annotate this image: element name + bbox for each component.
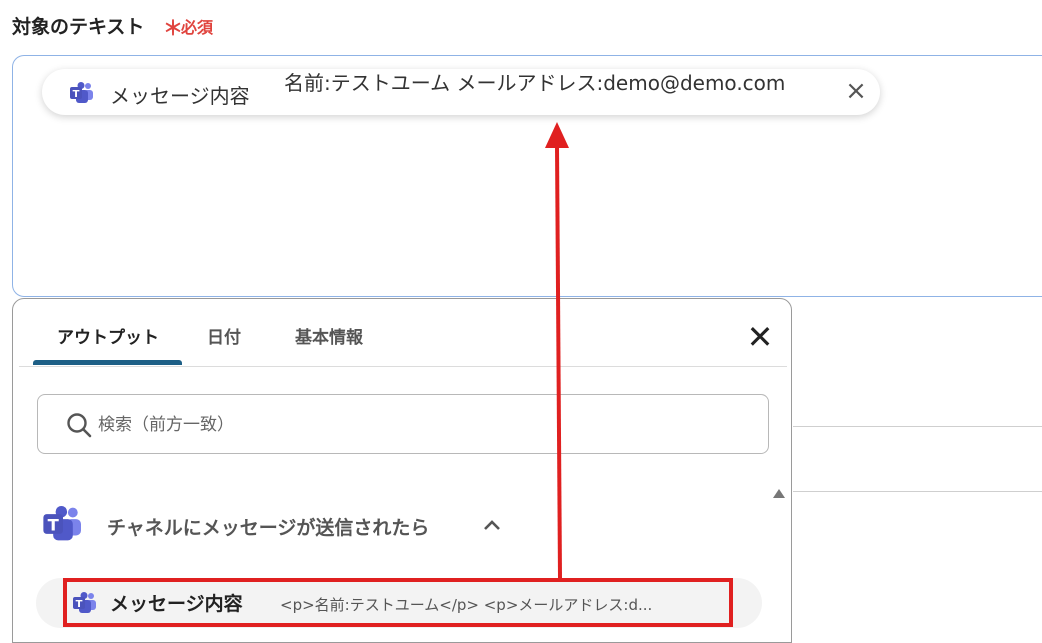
divider — [793, 426, 1042, 427]
annotation-highlight-box — [63, 578, 733, 627]
trigger-group-title[interactable]: チャネルにメッセージが送信されたら — [107, 513, 429, 540]
teams-icon: T — [70, 82, 94, 108]
chevron-up-icon[interactable] — [483, 515, 501, 536]
search-input[interactable] — [96, 407, 740, 443]
scroll-up-arrow[interactable] — [773, 489, 785, 498]
required-badge: 必須 — [181, 18, 214, 37]
tab-basic-info[interactable]: 基本情報 — [295, 323, 363, 348]
chip-remove-button[interactable]: × — [842, 77, 870, 105]
tab-output[interactable]: アウトプット — [57, 323, 159, 348]
tab-divider — [19, 366, 787, 367]
variable-chip[interactable]: T メッセージ内容 名前:テストユーム メールアドレス:demo@demo.co… — [42, 69, 880, 115]
chip-label: メッセージ内容 — [110, 84, 250, 108]
tab-date[interactable]: 日付 — [207, 323, 241, 348]
chip-value: 名前:テストユーム メールアドレス:demo@demo.com — [284, 71, 786, 95]
field-label: 対象のテキスト — [12, 16, 145, 38]
teams-icon: T — [43, 506, 83, 546]
search-icon — [66, 412, 92, 442]
search-field[interactable] — [37, 394, 769, 454]
svg-text:T: T — [73, 89, 80, 100]
required-star: ＊ — [163, 16, 183, 40]
active-tab-indicator — [33, 360, 182, 365]
close-icon[interactable]: ✕ — [742, 319, 778, 355]
divider — [793, 491, 1042, 492]
svg-text:T: T — [48, 516, 60, 535]
